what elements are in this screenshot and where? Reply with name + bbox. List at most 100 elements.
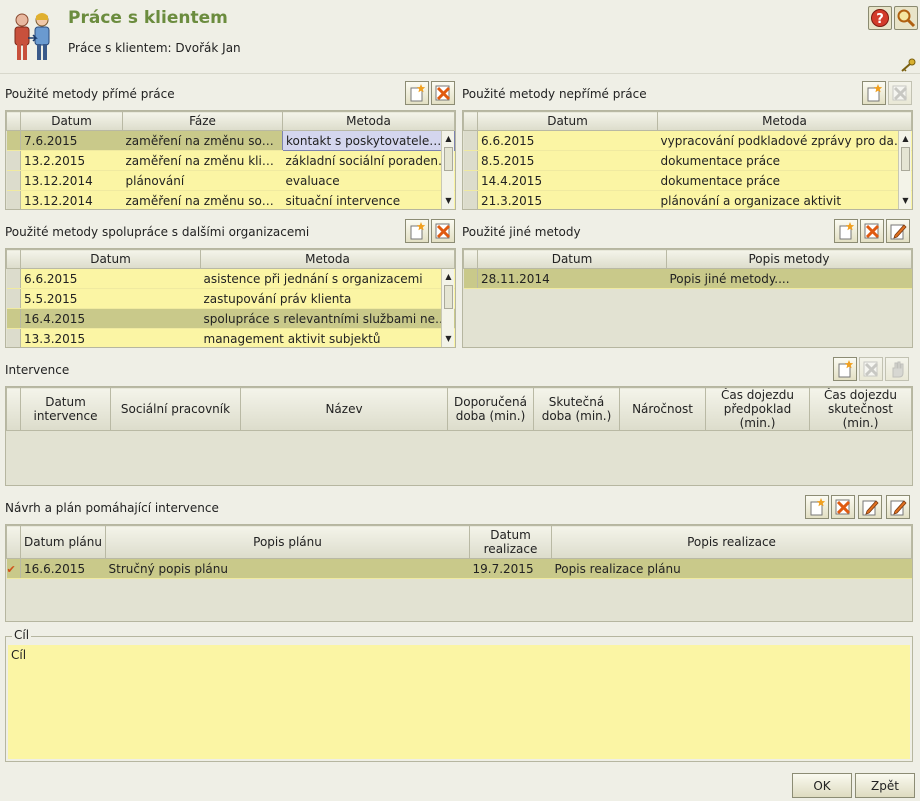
table-row[interactable]: 5.5.2015 zastupování práv klienta (6, 288, 455, 309)
other-delete-button[interactable] (860, 219, 884, 243)
cell-date[interactable]: 16.4.2015 (20, 308, 201, 329)
cell-date[interactable]: 6.6.2015 (477, 130, 658, 151)
search-button[interactable] (894, 6, 918, 30)
column-header[interactable]: Náročnost (619, 387, 706, 431)
back-button[interactable]: Zpět (855, 773, 915, 798)
table-row[interactable]: 13.3.2015 management aktivit subjektů (6, 328, 455, 347)
column-header[interactable]: Popis realizace (551, 525, 912, 559)
cell-date[interactable]: 7.6.2015 (20, 130, 123, 151)
column-header[interactable]: Metoda (200, 249, 455, 269)
plan-add-button[interactable] (805, 495, 829, 519)
column-header[interactable]: Fáze (122, 111, 283, 131)
row-selector[interactable] (6, 190, 21, 209)
column-header[interactable]: Skutečná doba (min.) (533, 387, 620, 431)
row-selector[interactable] (6, 328, 21, 347)
table-row[interactable]: 14.4.2015 dokumentace práce (463, 170, 912, 191)
table-row[interactable]: 21.3.2015 plánování a organizace aktivit (463, 190, 912, 209)
row-selector[interactable] (463, 190, 478, 209)
table-row[interactable]: ✔ 16.6.2015 Stručný popis plánu 19.7.201… (6, 558, 912, 579)
cell-date[interactable]: 14.4.2015 (477, 170, 658, 191)
column-header[interactable]: Popis metody (666, 249, 912, 269)
cell-plan-description[interactable]: Stručný popis plánu (105, 558, 470, 579)
row-selector[interactable] (463, 130, 478, 151)
column-header[interactable]: Datum intervence (20, 387, 111, 431)
plan-edit-button[interactable] (858, 495, 882, 519)
cell-method[interactable]: dokumentace práce (657, 150, 912, 171)
cell-realization-description[interactable]: Popis realizace plánu (551, 558, 912, 579)
other-edit-button[interactable] (886, 219, 910, 243)
cell-date[interactable]: 6.6.2015 (20, 268, 201, 289)
cell-realization-date[interactable]: 19.7.2015 (469, 558, 552, 579)
table-row[interactable]: 13.12.2014 zaměření na změnu soc. pr... … (6, 190, 455, 209)
row-selector[interactable] (463, 170, 478, 191)
table-row[interactable]: 28.11.2014 Popis jiné metody.... (463, 268, 912, 289)
cell-method[interactable]: spolupráce s relevantními službami nebo.… (200, 308, 455, 329)
row-selector[interactable] (6, 150, 21, 171)
other-add-button[interactable] (834, 219, 858, 243)
column-header[interactable]: Datum plánu (20, 525, 106, 559)
indirect-delete-button[interactable] (888, 81, 912, 105)
scroll-thumb[interactable] (444, 285, 453, 309)
cell-description[interactable]: Popis jiné metody.... (666, 268, 912, 289)
cell-date[interactable]: 28.11.2014 (477, 268, 667, 289)
column-header[interactable]: Datum (20, 249, 201, 269)
scroll-down-icon[interactable]: ▼ (442, 195, 455, 207)
cell-method[interactable]: asistence při jednání s organizacemi (200, 268, 455, 289)
cell-phase[interactable]: plánování (122, 170, 283, 191)
scroll-down-icon[interactable]: ▼ (442, 333, 455, 345)
indirect-add-button[interactable] (862, 81, 886, 105)
vertical-scrollbar[interactable]: ▲ ▼ (898, 131, 911, 209)
cell-date[interactable]: 5.5.2015 (20, 288, 201, 309)
column-header[interactable]: Datum (477, 111, 658, 131)
column-header[interactable]: Datum (477, 249, 667, 269)
cell-date[interactable]: 13.12.2014 (20, 170, 123, 191)
row-selector[interactable] (6, 170, 21, 191)
row-selector[interactable] (6, 130, 21, 151)
cell-method[interactable]: vypracování podkladové zprávy pro další … (657, 130, 912, 151)
plan-edit-realization-button[interactable] (886, 495, 910, 519)
vertical-scrollbar[interactable]: ▲ ▼ (441, 131, 454, 209)
cell-method[interactable]: základní sociální poradens... (282, 150, 455, 171)
column-header[interactable]: Datum (20, 111, 123, 131)
cell-phase[interactable]: zaměření na změnu soc. pr... (122, 190, 283, 209)
cooperation-delete-button[interactable] (431, 219, 455, 243)
cell-date[interactable]: 13.3.2015 (20, 328, 201, 347)
scroll-up-icon[interactable]: ▲ (442, 133, 455, 145)
cooperation-add-button[interactable] (405, 219, 429, 243)
cell-method[interactable]: management aktivit subjektů (200, 328, 455, 347)
column-header[interactable]: Datum realizace (469, 525, 552, 559)
column-header[interactable]: Čas dojezdu předpoklad (min.) (705, 387, 810, 431)
column-header[interactable]: Název (240, 387, 448, 431)
table-row[interactable]: 8.5.2015 dokumentace práce (463, 150, 912, 171)
row-selector[interactable] (6, 308, 21, 329)
scroll-up-icon[interactable]: ▲ (899, 133, 912, 145)
cell-method[interactable]: kontakt s poskytovatelem d... (282, 130, 455, 151)
cell-date[interactable]: 8.5.2015 (477, 150, 658, 171)
row-selector[interactable] (6, 288, 21, 309)
cell-method[interactable]: plánování a organizace aktivit (657, 190, 912, 209)
column-header[interactable]: Popis plánu (105, 525, 470, 559)
column-header[interactable]: Metoda (657, 111, 912, 131)
scroll-thumb[interactable] (901, 147, 910, 171)
cell-method[interactable]: dokumentace práce (657, 170, 912, 191)
column-header[interactable]: Doporučená doba (min.) (447, 387, 534, 431)
plan-delete-button[interactable] (831, 495, 855, 519)
vertical-scrollbar[interactable]: ▲ ▼ (441, 269, 454, 347)
row-selector[interactable] (463, 268, 478, 289)
table-row[interactable]: 13.2.2015 zaměření na změnu klienta zákl… (6, 150, 455, 171)
cell-phase[interactable]: zaměření na změnu soc. pr... (122, 130, 283, 151)
cell-method[interactable]: situační intervence (282, 190, 455, 209)
scroll-up-icon[interactable]: ▲ (442, 271, 455, 283)
intervention-delete-button[interactable] (859, 357, 883, 381)
row-selector[interactable]: ✔ (6, 558, 21, 579)
row-selector[interactable] (6, 268, 21, 289)
cell-date[interactable]: 13.2.2015 (20, 150, 123, 171)
table-row[interactable]: 16.4.2015 spolupráce s relevantními služ… (6, 308, 455, 329)
intervention-add-button[interactable] (833, 357, 857, 381)
table-row[interactable]: 7.6.2015 zaměření na změnu soc. pr... ko… (6, 130, 455, 151)
table-row[interactable]: 6.6.2015 vypracování podkladové zprávy p… (463, 130, 912, 151)
scroll-down-icon[interactable]: ▼ (899, 195, 912, 207)
intervention-other-button[interactable] (885, 357, 909, 381)
table-row[interactable]: 6.6.2015 asistence při jednání s organiz… (6, 268, 455, 289)
ok-button[interactable]: OK (792, 773, 852, 798)
